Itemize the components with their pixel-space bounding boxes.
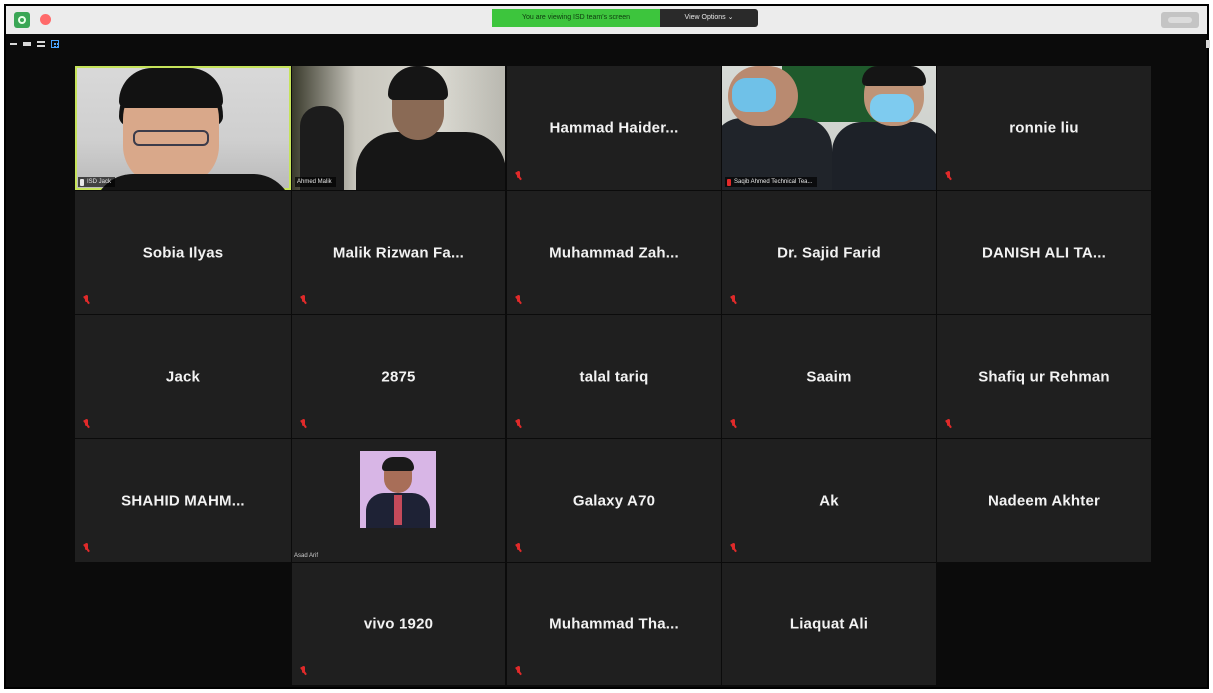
participant-name: vivo 1920 [363,615,434,633]
participant-name: Galaxy A70 [572,492,656,509]
participant-tile[interactable]: Nadeem Akhter [937,439,1151,562]
participant-tile[interactable]: Ak [722,439,936,562]
participant-name: ronnie liu [1009,119,1079,137]
muted-mic-icon [83,419,90,430]
participant-name-label: ISD Jack [78,177,116,187]
participant-tile[interactable]: vivo 1920 [292,563,505,685]
participant-tile[interactable]: Liaquat Ali [722,563,936,685]
muted-mic-icon [945,171,952,182]
participant-tile[interactable]: Muhammad Tha... [507,563,721,685]
muted-mic-icon [945,419,952,430]
muted-mic-icon [730,295,737,306]
recording-icon [40,14,51,25]
participant-tile[interactable]: Shafiq ur Rehman [937,315,1151,438]
muted-mic-icon [300,666,307,677]
zoom-shield-icon[interactable] [14,12,30,28]
participant-hair [388,66,448,100]
participant-name: 2875 [381,368,416,385]
participant-name: talal tariq [579,368,649,385]
participant-hair [862,66,926,86]
participant-tile[interactable]: DANISH ALI TA... [937,191,1151,314]
participant-name: Shafiq ur Rehman [978,368,1110,385]
participant-tile[interactable]: Galaxy A70 [507,439,721,562]
participant-tile[interactable]: Malik Rizwan Fa... [292,191,505,314]
participant-hair-top [119,68,223,108]
participant-name: Saqib Ahmed Technical Tea... [734,179,813,185]
minimize-icon[interactable] [10,43,17,45]
participant-name: Jack [165,368,201,385]
participant-name: Ak [819,492,839,509]
participant-tie [394,495,402,525]
participant-name: SHAHID MAHM... [121,492,245,509]
top-bar: You are viewing ISD team's screen View O… [6,6,1207,34]
gallery-view-icon[interactable] [51,40,59,48]
screen-share-banner: You are viewing ISD team's screen [492,9,660,27]
participant-profile-picture [360,451,436,528]
participant-name: Sobia Ilyas [142,244,224,261]
participant-tile[interactable]: ronnie liu [937,66,1151,190]
participant-name: Malik Rizwan Fa... [332,244,465,261]
face-mask [870,94,914,122]
participant-body [356,132,505,190]
thumbnail-view-icon[interactable] [23,42,31,46]
video-tile[interactable]: Asad Arif [292,439,505,562]
participant-tile[interactable]: Muhammad Zah... [507,191,721,314]
participant-name: Saaim [806,368,852,385]
participant-hair [382,457,414,471]
participant-tile[interactable]: talal tariq [507,315,721,438]
participant-body [832,122,936,190]
participant-tile[interactable]: Hammad Haider... [507,66,721,190]
participant-name: Muhammad Zah... [549,244,679,261]
participant-glasses [133,130,209,146]
participant-tile[interactable]: SHAHID MAHM... [75,439,291,562]
muted-mic-icon [83,295,90,306]
face-mask [732,78,776,112]
muted-mic-icon [730,419,737,430]
muted-mic-icon [515,666,522,677]
muted-mic-icon [300,419,307,430]
participant-tile[interactable]: 2875 [292,315,505,438]
mic-icon [80,178,84,186]
participant-name-label: Saqib Ahmed Technical Tea... [725,177,817,187]
participant-name: DANISH ALI TA... [981,244,1107,261]
fullscreen-toggle-button[interactable] [1161,12,1199,28]
muted-mic-icon [515,171,522,182]
view-mode-toolbar [10,38,59,50]
muted-mic-icon [730,543,737,554]
participant-name: Dr. Sajid Farid [777,244,881,261]
participant-tile[interactable]: Saaim [722,315,936,438]
participant-name: Hammad Haider... [549,119,679,137]
view-options-button[interactable]: View Options ⌄ [660,9,758,27]
participant-name: ISD Jack [87,179,112,185]
participant-name: Nadeem Akhter [987,492,1101,509]
muted-mic-icon [515,295,522,306]
muted-mic-icon [300,295,307,306]
participant-name: Liaquat Ali [789,615,869,633]
participant-name: Muhammad Tha... [549,615,679,633]
muted-mic-icon [83,543,90,554]
video-tile[interactable]: ISD Jack [75,66,291,190]
muted-mic-icon [515,543,522,554]
participant-name: Asad Arif [294,553,319,559]
video-tile[interactable]: Saqib Ahmed Technical Tea... [722,66,936,190]
participant-body [93,174,291,190]
participant-name: Ahmed Malik [297,179,332,185]
participant-tile[interactable]: Dr. Sajid Farid [722,191,936,314]
speaker-view-icon[interactable] [37,41,45,47]
side-panel-handle-icon[interactable] [1206,40,1210,48]
video-tile[interactable]: Ahmed Malik [292,66,505,190]
participant-tile[interactable]: Sobia Ilyas [75,191,291,314]
participant-tile[interactable]: Jack [75,315,291,438]
participant-name-label: Ahmed Malik [295,177,336,187]
muted-mic-icon [727,178,731,186]
muted-mic-icon [515,419,522,430]
